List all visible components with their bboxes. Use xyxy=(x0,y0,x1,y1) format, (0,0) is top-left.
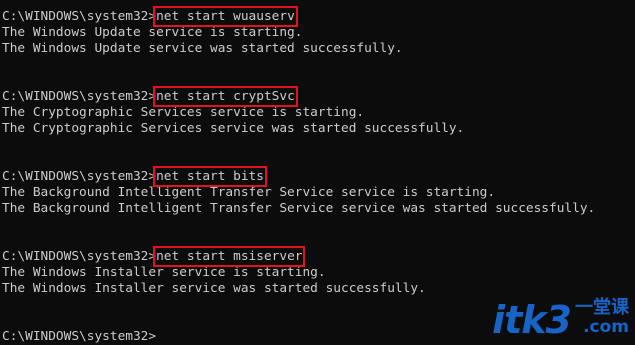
blank-lines xyxy=(2,137,633,169)
command-line: C:\WINDOWS\system32>net start cryptSvc xyxy=(2,86,633,107)
output-line: The Windows Update service was started s… xyxy=(2,41,403,56)
output-line: The Background Intelligent Transfer Serv… xyxy=(2,185,496,200)
console-output[interactable]: C:\WINDOWS\system32>net start wuauserv T… xyxy=(2,6,633,345)
command-block-bits: C:\WINDOWS\system32>net start bits The B… xyxy=(2,166,633,217)
command-line: C:\WINDOWS\system32>net start wuauserv xyxy=(2,6,633,27)
prompt: C:\WINDOWS\system32> xyxy=(2,249,157,264)
command-block-cryptsvc: C:\WINDOWS\system32>net start cryptSvc T… xyxy=(2,86,633,137)
highlighted-command: net start wuauserv xyxy=(153,6,298,27)
output-line: The Cryptographic Services service was s… xyxy=(2,121,465,136)
command-line: C:\WINDOWS\system32>net start bits xyxy=(2,166,633,187)
highlighted-command: net start cryptSvc xyxy=(153,86,298,107)
blank-lines xyxy=(2,217,633,249)
output-line: The Windows Installer service is startin… xyxy=(2,265,326,280)
highlighted-command: net start msiserver xyxy=(153,246,306,267)
prompt: C:\WINDOWS\system32> xyxy=(2,169,157,184)
prompt: C:\WINDOWS\system32> xyxy=(2,329,157,344)
command-block-msiserver: C:\WINDOWS\system32>net start msiserver … xyxy=(2,246,633,297)
prompt: C:\WINDOWS\system32> xyxy=(2,9,157,24)
output-line: The Background Intelligent Transfer Serv… xyxy=(2,201,596,216)
command-line: C:\WINDOWS\system32>net start msiserver xyxy=(2,246,633,267)
blank-lines xyxy=(2,57,633,89)
highlighted-command: net start bits xyxy=(153,166,267,187)
output-line: The Windows Installer service was starte… xyxy=(2,281,426,296)
blank-lines xyxy=(2,297,633,329)
output-line: The Cryptographic Services service is st… xyxy=(2,105,365,120)
output-line: The Windows Update service is starting. xyxy=(2,25,303,40)
command-block-wuauserv: C:\WINDOWS\system32>net start wuauserv T… xyxy=(2,6,633,57)
prompt: C:\WINDOWS\system32> xyxy=(2,89,157,104)
